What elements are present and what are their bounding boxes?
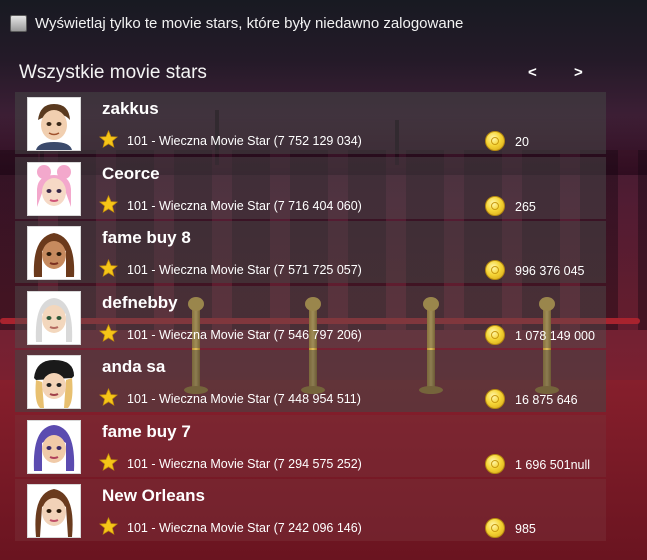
starcoin-icon [485,260,505,280]
star-icon [99,259,118,277]
starcoin-amount: 1 078 149 000 [515,328,595,343]
star-name[interactable]: fame buy 7 [102,422,191,442]
starcoin-icon [485,518,505,538]
star-name[interactable]: zakkus [102,99,159,119]
avatar[interactable] [27,355,81,409]
avatar[interactable] [27,419,81,474]
star-name[interactable]: New Orleans [102,486,205,506]
star-name[interactable]: defnebby [102,293,178,313]
avatar[interactable] [27,226,81,280]
starcoin-icon [485,195,505,216]
starcoin-icon [485,453,505,474]
starcoin-amount: 996 376 045 [515,264,585,278]
movie-star-list: zakkus 101 - Wieczna Movie Star (7 752 1… [15,92,606,544]
starcoin-amount: 20 [515,135,529,149]
avatar[interactable] [27,97,81,151]
movie-star-row[interactable]: Ceorce 101 - Wieczna Movie Star (7 716 4… [15,156,606,219]
star-icon [99,452,118,471]
starcoin-amount: 985 [515,522,536,536]
star-icon [99,388,118,406]
star-name[interactable]: fame buy 8 [102,228,191,248]
recently-logged-checkbox[interactable] [10,15,27,32]
movie-star-row[interactable]: defnebby 101 - Wieczna Movie Star (7 546… [15,285,606,348]
avatar[interactable] [27,484,81,538]
star-name[interactable]: anda sa [102,357,165,377]
star-level: 101 - Wieczna Movie Star (7 571 725 057) [127,263,362,277]
movie-star-row[interactable]: New Orleans 101 - Wieczna Movie Star (7 … [15,479,606,541]
star-level: 101 - Wieczna Movie Star (7 242 096 146) [127,521,362,535]
starcoin-amount: 16 875 646 [515,393,578,407]
star-icon [99,323,118,342]
next-page-button[interactable]: > [574,64,583,81]
avatar[interactable] [27,161,81,216]
movie-star-row[interactable]: zakkus 101 - Wieczna Movie Star (7 752 1… [15,92,606,154]
movie-star-row[interactable]: fame buy 8 101 - Wieczna Movie Star (7 5… [15,221,606,283]
star-level: 101 - Wieczna Movie Star (7 752 129 034) [127,134,362,148]
movie-star-row[interactable]: anda sa 101 - Wieczna Movie Star (7 448 … [15,350,606,412]
recently-logged-filter[interactable]: Wyświetlaj tylko te movie stars, które b… [10,15,463,32]
star-level: 101 - Wieczna Movie Star (7 294 575 252) [127,456,362,471]
previous-page-button[interactable]: < [528,64,537,81]
star-name[interactable]: Ceorce [102,164,160,184]
starcoin-icon [485,324,505,345]
recently-logged-label: Wyświetlaj tylko te movie stars, które b… [35,15,464,32]
starcoin-amount: 265 [515,199,536,214]
star-icon [99,194,118,213]
star-icon [99,517,118,535]
section-title: Wszystkie movie stars [19,62,207,83]
avatar[interactable] [27,290,81,345]
star-level: 101 - Wieczna Movie Star (7 546 797 206) [127,327,362,342]
star-icon [99,130,118,148]
star-level: 101 - Wieczna Movie Star (7 448 954 511) [127,392,361,406]
star-level: 101 - Wieczna Movie Star (7 716 404 060) [127,198,362,213]
starcoin-icon [485,131,505,151]
starcoin-icon [485,389,505,409]
starcoin-amount: 1 696 501null [515,457,591,472]
movie-star-row[interactable]: fame buy 7 101 - Wieczna Movie Star (7 2… [15,414,606,477]
